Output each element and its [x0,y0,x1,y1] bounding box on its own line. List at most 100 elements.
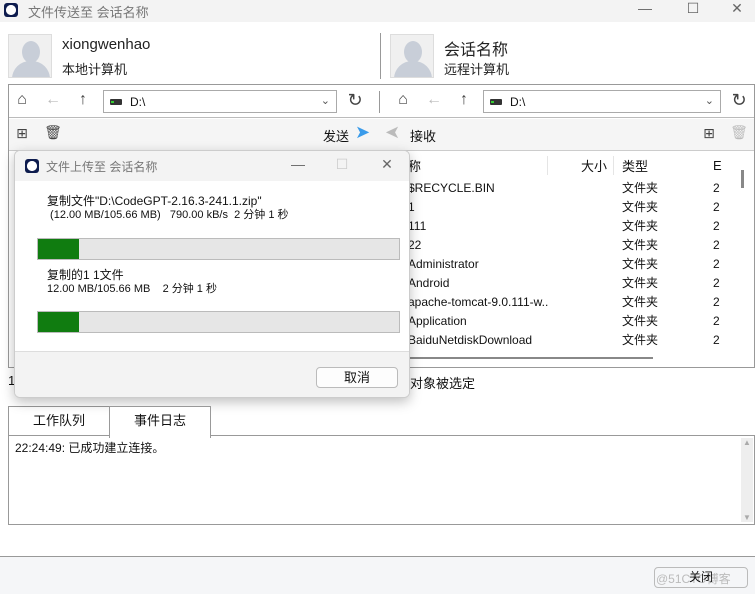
file-row[interactable]: 111 文件夹 2 [398,216,745,235]
file-row[interactable]: apache-tomcat-9.0.111-w... 文件夹 2 [398,292,745,311]
column-name[interactable]: 称 [398,155,548,175]
local-path-select[interactable]: D:\ ⌄ [103,90,337,113]
file-type: 文件夹 [622,219,659,233]
file-name: Administrator [408,256,479,271]
back-arrow-icon[interactable]: ← [43,91,63,109]
close-window-button[interactable]: ✕ [722,0,752,17]
nav-row: ⌂ ← ↑ D:\ ⌄ ↻ ⌂ ← ↑ D:\ ⌄ ↻ [9,85,754,118]
file-type: 文件夹 [622,333,659,347]
file-row[interactable]: 1 文件夹 2 [398,197,745,216]
dialog-title: 文件上传至 会话名称 [46,159,158,174]
chevron-down-icon: ⌄ [704,95,714,107]
file-type: 文件夹 [622,276,659,290]
remote-back-arrow-icon[interactable]: ← [424,91,444,109]
file-date: 2 [713,180,720,195]
receive-arrow-icon[interactable]: ➤ [385,122,400,143]
new-folder-icon[interactable]: ⊞ [12,125,32,142]
file-type: 文件夹 [622,238,659,252]
log-scrollbar[interactable]: ▲ ▼ [741,438,753,522]
upload-progress-dialog: 文件上传至 会话名称 — ☐ ✕ 复制文件"D:\CodeGPT-2.16.3-… [14,150,410,398]
drive-icon [490,98,502,105]
file-type: 文件夹 [622,295,659,309]
remote-label: 远程计算机 [444,62,510,77]
file-name: apache-tomcat-9.0.111-w... [408,294,548,309]
file-type: 文件夹 [622,314,659,328]
remote-path-select[interactable]: D:\ ⌄ [483,90,721,113]
file-name: 111 [408,218,427,233]
teamviewer-logo-icon [4,3,18,17]
dialog-maximize-button[interactable]: ☐ [327,156,357,173]
file-date: 2 [713,199,720,214]
file-row[interactable]: Android 文件夹 2 [398,273,745,292]
file-name: Android [408,275,450,290]
remote-status: 对象被选定 [410,376,476,391]
delete-icon[interactable]: 🗑 [43,124,63,141]
remote-refresh-icon[interactable]: ↻ [729,90,749,111]
file-type: 文件夹 [622,200,659,214]
file-date: 2 [713,275,720,290]
remote-file-list[interactable]: 称 大小 类型 E $RECYCLE.BIN 文件夹 2 1 文件夹 2 111 文件夹 2 22… [398,152,745,352]
tab-work-queue[interactable]: 工作队列 [8,406,110,437]
column-type[interactable]: 类型 [614,156,713,175]
home-icon[interactable]: ⌂ [12,91,32,109]
current-file-detail: (12.00 MB/105.66 MB) 790.00 kB/s 2 分钟 1 … [47,209,289,221]
dialog-minimize-button[interactable]: — [283,156,313,172]
log-entry: 22:24:49: 已成功建立连接。 [15,441,165,455]
receive-button[interactable]: 接收 [410,126,436,145]
chevron-down-icon: ⌄ [320,95,330,107]
file-row[interactable]: 22 文件夹 2 [398,235,745,254]
file-row[interactable]: $RECYCLE.BIN 文件夹 2 [398,178,745,197]
file-name: $RECYCLE.BIN [408,180,495,195]
file-date: 2 [713,294,720,309]
file-type: 文件夹 [622,181,659,195]
total-progress-bar [37,311,400,333]
file-date: 2 [713,237,720,252]
remote-home-icon[interactable]: ⌂ [393,91,413,109]
local-avatar [8,34,52,78]
file-date: 2 [713,256,720,271]
file-progress-bar [37,238,400,260]
tab-event-log[interactable]: 事件日志 [109,406,211,438]
remote-up-arrow-icon[interactable]: ↑ [454,91,474,109]
refresh-icon[interactable]: ↻ [345,90,365,111]
window-title: 文件传送至 会话名称 [28,5,149,20]
remote-avatar [390,34,434,78]
file-name: Application [408,313,467,328]
teamviewer-logo-icon [25,159,39,173]
column-size[interactable]: 大小 [548,155,614,175]
send-arrow-icon[interactable]: ➤ [355,122,370,143]
vertical-scrollbar[interactable] [741,170,744,188]
close-button[interactable]: 关闭 [654,567,748,588]
up-arrow-icon[interactable]: ↑ [73,91,93,109]
toolbar: ⊞ 🗑 发送 ➤ ➤ 接收 ⊞ 🗑 [9,119,754,151]
local-path-value: D:\ [130,94,146,109]
dialog-title-bar: 文件上传至 会话名称 — ☐ ✕ [15,151,409,181]
footer: @51CTO博客 关闭 [0,556,755,594]
cancel-button[interactable]: 取消 [316,367,398,388]
dialog-footer: 取消 [15,351,409,397]
file-row[interactable]: Administrator 文件夹 2 [398,254,745,273]
remote-new-folder-icon[interactable]: ⊞ [699,125,719,142]
file-name: BaiduNetdiskDownload [408,332,533,347]
remote-delete-icon[interactable]: 🗑 [729,124,749,141]
file-date: 2 [713,218,720,233]
maximize-button[interactable]: ☐ [678,0,708,17]
total-detail: 12.00 MB/105.66 MB 2 分钟 1 秒 [47,283,217,295]
event-log: 22:24:49: 已成功建立连接。 ▲ ▼ [8,435,755,525]
file-name: 1 [408,199,415,214]
dialog-close-button[interactable]: ✕ [372,156,402,173]
drive-icon [110,98,122,105]
local-label: 本地计算机 [62,62,128,77]
title-bar: 文件传送至 会话名称 — ☐ ✕ [0,0,755,22]
minimize-button[interactable]: — [630,0,660,16]
divider [380,33,381,79]
file-date: 2 [713,313,720,328]
column-date[interactable]: E [713,158,743,173]
file-row[interactable]: BaiduNetdiskDownload 文件夹 2 [398,330,745,349]
remote-session-name: 会话名称 [444,42,509,59]
send-button[interactable]: 发送 [323,126,349,145]
remote-path-value: D:\ [510,94,526,109]
file-name: 22 [408,237,422,252]
file-row[interactable]: Application 文件夹 2 [398,311,745,330]
horizontal-scrollbar[interactable] [398,357,653,359]
